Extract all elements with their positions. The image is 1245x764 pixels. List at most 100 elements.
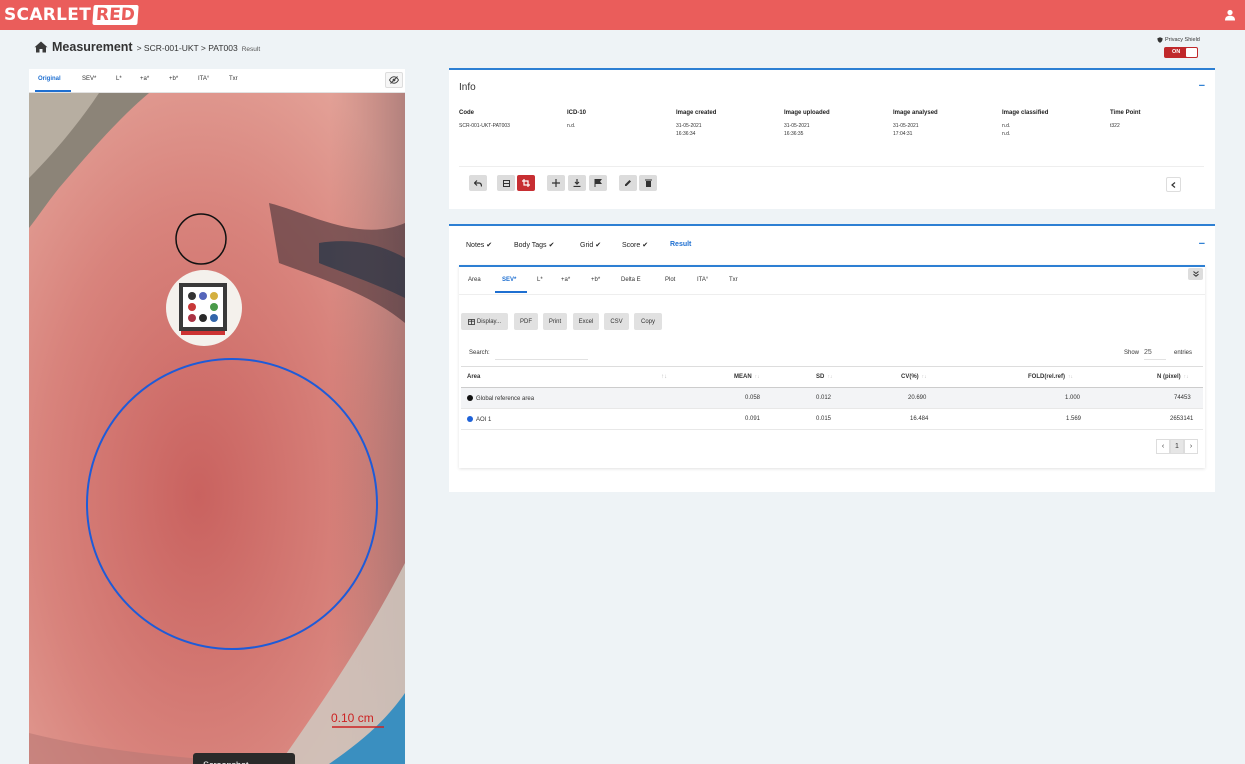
skin-photo-image bbox=[29, 93, 405, 764]
layers-button[interactable] bbox=[497, 175, 515, 191]
check-icon: ✔ bbox=[548, 242, 555, 249]
excel-button[interactable]: Excel bbox=[573, 313, 599, 330]
info-title: Info bbox=[459, 82, 476, 93]
skin-photo[interactable]: 0.10 cm bbox=[29, 93, 405, 764]
privacy-shield-label: Privacy Shield bbox=[1165, 37, 1200, 43]
csv-button[interactable]: CSV bbox=[604, 313, 629, 330]
subtab-delta-e[interactable]: Delta E bbox=[621, 277, 641, 283]
col-n-pixel[interactable]: N (pixel) ↑↓ bbox=[1157, 374, 1189, 380]
expand-button[interactable] bbox=[1188, 268, 1203, 280]
eye-slash-icon bbox=[389, 76, 399, 84]
download-icon bbox=[573, 179, 581, 187]
flag-button[interactable] bbox=[589, 175, 607, 191]
subtab-txr[interactable]: Txr bbox=[729, 277, 738, 283]
col-sd[interactable]: SD ↑↓ bbox=[816, 374, 832, 380]
undo-icon bbox=[474, 179, 482, 187]
image-tab-l[interactable]: L* bbox=[116, 76, 122, 82]
info-image-analysed: Image analysed 31-05-2021 17:04:31 bbox=[893, 110, 938, 137]
col-mean[interactable]: MEAN ↑↓ bbox=[734, 374, 760, 380]
table-header-row: Area ↑↓ MEAN ↑↓ SD ↑↓ CV(%) ↑↓ FOLD(rel.ref… bbox=[461, 366, 1203, 388]
privacy-shield-toggle[interactable]: ON bbox=[1164, 47, 1198, 58]
col-cv[interactable]: CV(%) ↑↓ bbox=[901, 374, 927, 380]
subtab-b[interactable]: +b* bbox=[591, 277, 600, 283]
image-tab-original[interactable]: Original bbox=[38, 76, 61, 82]
subtab-ita[interactable]: ITA° bbox=[697, 277, 708, 283]
aoi-dot-icon bbox=[467, 416, 473, 422]
edit-button[interactable] bbox=[619, 175, 637, 191]
copy-button[interactable]: Copy bbox=[634, 313, 662, 330]
user-icon[interactable] bbox=[1224, 9, 1236, 21]
tab-score[interactable]: Score ✔ bbox=[622, 241, 648, 250]
subtab-plot[interactable]: Plot bbox=[665, 277, 675, 283]
hide-overlay-button[interactable] bbox=[385, 72, 403, 88]
results-table: Area ↑↓ MEAN ↑↓ SD ↑↓ CV(%) ↑↓ FOLD(rel.ref… bbox=[461, 366, 1203, 430]
tab-body-tags[interactable]: Body Tags ✔ bbox=[514, 241, 555, 250]
col-area[interactable]: Area bbox=[467, 374, 480, 380]
pagination: ‹ 1 › bbox=[1156, 439, 1198, 454]
sort-icon: ↑↓ bbox=[1183, 374, 1189, 380]
undo-button[interactable] bbox=[469, 175, 487, 191]
info-image-uploaded: Image uploaded 31-05-2021 16:36:35 bbox=[784, 110, 830, 137]
table-row[interactable]: Global reference area 0.058 0.012 20.690… bbox=[461, 388, 1203, 409]
next-page-button[interactable]: › bbox=[1184, 439, 1198, 454]
image-panel: Original SEV* L* +a* +b* ITA° Txr 0.10 c… bbox=[29, 69, 405, 764]
info-image-classified: Image classified n.d. n.d. bbox=[1002, 110, 1049, 137]
info-code: Code SCR-001-UKT-PAT003 bbox=[459, 110, 510, 129]
active-tab-indicator bbox=[35, 90, 71, 92]
table-icon bbox=[467, 318, 475, 325]
entries-per-page-select[interactable] bbox=[1144, 346, 1166, 360]
image-tab-txr[interactable]: Txr bbox=[229, 76, 238, 82]
image-tab-sev[interactable]: SEV* bbox=[82, 76, 96, 82]
check-icon: ✔ bbox=[486, 242, 493, 249]
chevron-left-icon bbox=[1171, 181, 1176, 188]
move-icon bbox=[552, 179, 560, 187]
sort-icon[interactable]: ↑↓ bbox=[661, 374, 667, 380]
tab-result[interactable]: Result bbox=[670, 241, 691, 248]
download-button[interactable] bbox=[568, 175, 586, 191]
subtab-l[interactable]: L* bbox=[537, 277, 543, 283]
top-bar: SCARLET RED bbox=[0, 0, 1245, 30]
sort-icon: ↑↓ bbox=[827, 374, 833, 380]
search-label: Search: bbox=[469, 350, 490, 356]
info-collapse-button[interactable]: − bbox=[1199, 80, 1205, 92]
subtab-sev[interactable]: SEV* bbox=[502, 277, 516, 283]
flag-icon bbox=[594, 179, 602, 187]
move-button[interactable] bbox=[547, 175, 565, 191]
trash-icon bbox=[644, 179, 652, 187]
home-icon[interactable] bbox=[34, 41, 48, 53]
delete-button[interactable] bbox=[639, 175, 657, 191]
layers-icon bbox=[502, 179, 510, 187]
pdf-button[interactable]: PDF bbox=[514, 313, 538, 330]
page-1-button[interactable]: 1 bbox=[1170, 439, 1184, 454]
breadcrumb-path[interactable]: > SCR-001-UKT > PAT003 bbox=[137, 43, 238, 53]
tab-notes[interactable]: Notes ✔ bbox=[466, 241, 493, 250]
image-tab-ita[interactable]: ITA° bbox=[198, 76, 209, 82]
toggle-state: ON bbox=[1172, 49, 1181, 55]
shield-icon bbox=[1157, 37, 1163, 43]
result-collapse-button[interactable]: − bbox=[1199, 238, 1205, 250]
info-time-point: Time Point t322 bbox=[1110, 110, 1141, 129]
scarletred-logo[interactable]: SCARLET RED bbox=[4, 2, 139, 28]
screenshot-tooltip[interactable]: Screenshot bbox=[193, 753, 295, 764]
breadcrumb: Measurement > SCR-001-UKT > PAT003 Resul… bbox=[34, 40, 260, 54]
subtab-area[interactable]: Area bbox=[468, 277, 481, 283]
collapse-side-button[interactable] bbox=[1166, 177, 1181, 192]
edit-icon bbox=[625, 180, 631, 186]
table-row[interactable]: AOI 1 0.091 0.015 16.484 1.569 2653141 bbox=[461, 409, 1203, 430]
col-fold[interactable]: FOLD(rel.ref) ↑↓ bbox=[1028, 374, 1073, 380]
image-tab-a[interactable]: +a* bbox=[140, 76, 149, 82]
tab-grid[interactable]: Grid ✔ bbox=[580, 241, 602, 250]
page-title[interactable]: Measurement bbox=[52, 40, 133, 54]
display-columns-button[interactable]: Display... bbox=[461, 313, 508, 330]
subtab-a[interactable]: +a* bbox=[561, 277, 570, 283]
info-icd10: ICD-10 n.d. bbox=[567, 110, 587, 129]
check-icon: ✔ bbox=[595, 242, 602, 249]
print-button[interactable]: Print bbox=[543, 313, 567, 330]
breadcrumb-current: Result bbox=[241, 46, 261, 53]
prev-page-button[interactable]: ‹ bbox=[1156, 439, 1170, 454]
sort-icon: ↑↓ bbox=[754, 374, 760, 380]
image-tab-b[interactable]: +b* bbox=[169, 76, 178, 82]
entries-label: entries bbox=[1174, 350, 1193, 356]
crop-button[interactable] bbox=[517, 175, 535, 191]
search-input[interactable] bbox=[495, 346, 588, 360]
